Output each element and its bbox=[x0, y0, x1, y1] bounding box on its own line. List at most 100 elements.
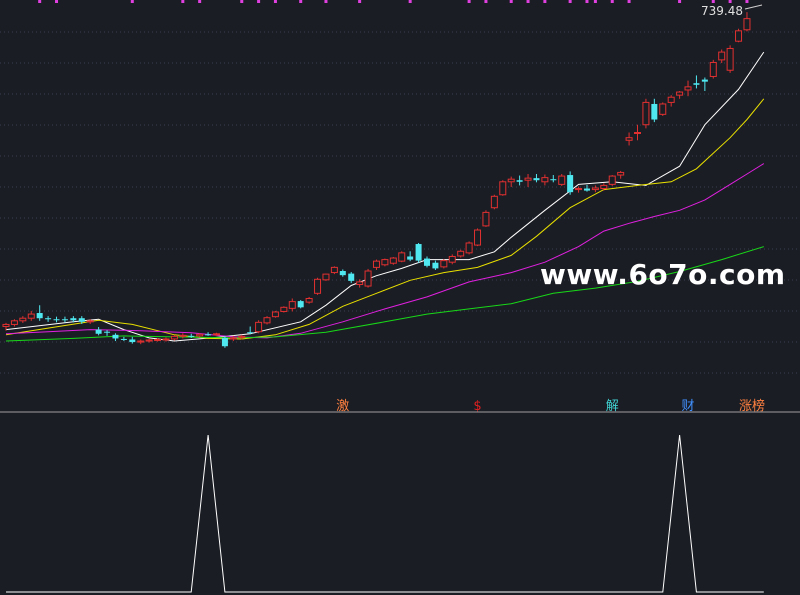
candle-body-51 bbox=[432, 262, 439, 269]
top-marker-7 bbox=[273, 0, 277, 3]
top-marker-25 bbox=[745, 0, 749, 3]
candle-61 bbox=[516, 175, 523, 186]
candle-body-20 bbox=[170, 335, 178, 340]
candle-body-27 bbox=[229, 337, 237, 340]
candle-body-30 bbox=[255, 321, 263, 333]
price-label: 739.48 bbox=[701, 4, 743, 18]
candle-body-72 bbox=[608, 175, 616, 185]
candle-body-0 bbox=[2, 323, 10, 328]
candle-66 bbox=[558, 174, 566, 186]
candle-body-54 bbox=[457, 250, 465, 257]
candle-41 bbox=[348, 272, 355, 283]
candle-body-52 bbox=[440, 260, 448, 268]
candle-52 bbox=[440, 259, 448, 269]
candle-37 bbox=[314, 277, 322, 295]
candle-84 bbox=[709, 59, 717, 79]
candle-5 bbox=[45, 316, 52, 322]
candle-70 bbox=[591, 185, 599, 193]
candle-6 bbox=[53, 316, 60, 323]
candle-60 bbox=[507, 176, 515, 187]
candle-body-80 bbox=[676, 91, 684, 96]
candle-7 bbox=[61, 316, 68, 323]
candle-body-17 bbox=[145, 339, 153, 342]
top-marker-4 bbox=[198, 0, 202, 3]
candle-body-16 bbox=[137, 340, 145, 343]
candle-body-74 bbox=[625, 137, 633, 141]
candle-79 bbox=[667, 95, 675, 107]
candle-77 bbox=[651, 98, 658, 123]
candle-20 bbox=[170, 334, 178, 341]
candle-body-31 bbox=[263, 317, 271, 324]
candle-body-18 bbox=[154, 338, 162, 341]
top-marker-21 bbox=[627, 0, 631, 3]
candle-80 bbox=[676, 91, 684, 99]
candle-body-33 bbox=[280, 306, 288, 312]
candle-82 bbox=[693, 75, 700, 89]
candle-body-82 bbox=[693, 83, 700, 85]
candle-56 bbox=[474, 228, 482, 247]
candle-59 bbox=[499, 180, 507, 196]
candle-body-67 bbox=[567, 175, 574, 193]
stock-chart-screen: 739.48 激 $ 解财涨榜 www.6o7o.com bbox=[0, 0, 800, 595]
moving-average-line-0 bbox=[5, 51, 765, 342]
candle-body-26 bbox=[221, 337, 228, 347]
candle-body-6 bbox=[53, 319, 60, 321]
candle-35 bbox=[297, 300, 304, 309]
candle-75 bbox=[634, 124, 641, 141]
top-marker-5 bbox=[240, 0, 244, 3]
candle-body-85 bbox=[718, 51, 726, 61]
candlestick-chart: 739.48 激 $ 解财涨榜 bbox=[0, 0, 800, 593]
candle-body-13 bbox=[112, 334, 119, 339]
candle-4 bbox=[36, 305, 43, 321]
top-marker-18 bbox=[585, 0, 589, 3]
candle-body-36 bbox=[305, 298, 313, 303]
candle-49 bbox=[415, 242, 422, 263]
price-arrow bbox=[744, 4, 763, 10]
moving-average-line-2 bbox=[5, 163, 765, 339]
candle-body-79 bbox=[667, 96, 675, 103]
candle-43 bbox=[364, 268, 372, 288]
candle-2 bbox=[19, 316, 27, 323]
candle-body-3 bbox=[27, 313, 35, 319]
candle-body-63 bbox=[533, 178, 540, 181]
candle-body-19 bbox=[162, 338, 170, 341]
candle-body-81 bbox=[684, 86, 692, 91]
candle-48 bbox=[407, 251, 414, 262]
top-marker-14 bbox=[509, 0, 513, 3]
indicator-panel bbox=[6, 434, 764, 593]
candle-46 bbox=[389, 257, 397, 265]
candle-body-24 bbox=[205, 334, 212, 336]
candle-body-15 bbox=[129, 339, 136, 343]
candle-19 bbox=[162, 337, 170, 342]
candle-32 bbox=[271, 310, 279, 318]
top-marker-13 bbox=[484, 0, 488, 3]
candle-17 bbox=[145, 338, 153, 343]
candle-11 bbox=[95, 327, 102, 336]
candle-body-42 bbox=[356, 281, 364, 285]
candle-65 bbox=[550, 175, 557, 183]
candle-16 bbox=[137, 339, 145, 345]
top-marker-20 bbox=[610, 0, 614, 3]
candle-34 bbox=[288, 298, 296, 312]
candle-81 bbox=[684, 80, 692, 97]
top-marker-3 bbox=[181, 0, 185, 3]
candle-31 bbox=[263, 316, 271, 325]
price-label-group: 739.48 bbox=[701, 4, 763, 18]
candle-body-84 bbox=[709, 61, 717, 77]
candle-72 bbox=[608, 175, 616, 186]
candle-body-56 bbox=[474, 229, 482, 246]
candle-body-87 bbox=[735, 30, 743, 42]
candle-body-70 bbox=[591, 187, 599, 191]
candle-body-23 bbox=[196, 333, 204, 337]
candle-body-5 bbox=[45, 318, 52, 320]
candle-body-35 bbox=[297, 301, 304, 308]
candle-55 bbox=[465, 241, 473, 255]
grid-lines bbox=[0, 31, 800, 374]
top-marker-0 bbox=[38, 0, 42, 3]
candle-62 bbox=[524, 174, 532, 187]
candle-body-62 bbox=[524, 177, 532, 181]
candle-54 bbox=[457, 249, 465, 258]
candle-body-9 bbox=[78, 318, 85, 322]
candle-body-50 bbox=[424, 258, 430, 266]
candle-body-2 bbox=[19, 317, 27, 322]
